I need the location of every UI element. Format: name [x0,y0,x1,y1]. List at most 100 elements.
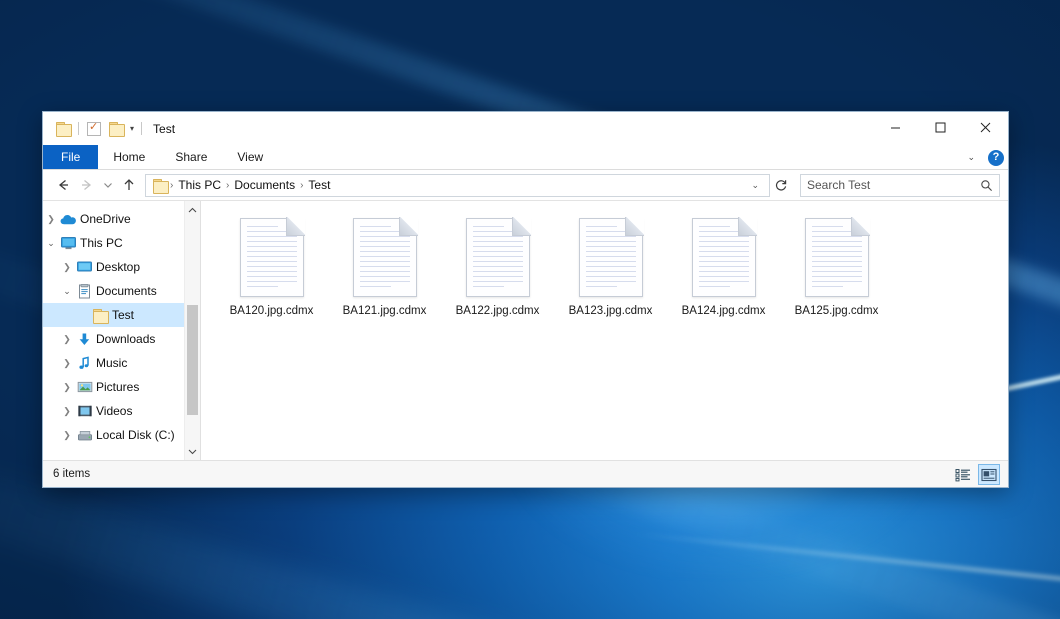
scrollbar-thumb[interactable] [187,305,198,415]
sidebar-item-local-disk-c[interactable]: ❯ Local Disk (C:) [43,423,200,447]
chevron-down-icon[interactable]: ⌄ [59,286,75,297]
sidebar-item-onedrive[interactable]: ❯ OneDrive [43,207,200,231]
chevron-right-icon[interactable]: ❯ [59,406,75,417]
up-button[interactable] [117,173,141,197]
properties-checkbox-icon[interactable] [83,118,105,140]
expand-ribbon-caret-icon[interactable]: ⌄ [961,152,981,163]
system-menu-folder-icon[interactable] [52,118,74,140]
new-folder-icon[interactable] [105,118,127,140]
quick-access-toolbar: ▾ Test [43,118,175,140]
details-view-button[interactable] [952,464,974,485]
file-item[interactable]: BA125.jpg.cdmx [780,214,893,318]
customize-quick-access-caret-icon[interactable]: ▾ [127,124,137,133]
sidebar-item-test[interactable]: Test [43,303,200,327]
sidebar-item-music[interactable]: ❯ Music [43,351,200,375]
recent-locations-button[interactable] [99,173,117,197]
file-item[interactable]: BA121.jpg.cdmx [328,214,441,318]
chevron-right-icon[interactable]: ❯ [59,430,75,441]
chevron-right-icon[interactable]: ❯ [59,334,75,345]
file-item[interactable]: BA124.jpg.cdmx [667,214,780,318]
music-note-icon [75,356,94,371]
tab-share[interactable]: Share [160,145,222,169]
sidebar-item-documents[interactable]: ⌄ Documents [43,279,200,303]
navigation-pane-scrollbar[interactable] [184,201,200,460]
local-disk-icon [75,429,94,442]
refresh-button[interactable] [770,174,792,197]
generic-document-icon [353,218,417,297]
address-bar[interactable]: › This PC › Documents › Test ⌄ [145,174,770,197]
ribbon-tab-strip: File Home Share View ⌄ ? [43,145,1008,170]
file-name-label: BA120.jpg.cdmx [230,304,314,318]
tab-view[interactable]: View [222,145,278,169]
file-item[interactable]: BA123.jpg.cdmx [554,214,667,318]
breadcrumb-test[interactable]: Test [303,178,335,192]
close-button[interactable] [963,112,1008,143]
sidebar-item-label: Desktop [94,260,140,274]
title-bar[interactable]: ▾ Test [43,112,1008,145]
file-name-label: BA125.jpg.cdmx [795,304,879,318]
chevron-right-icon[interactable]: ❯ [59,358,75,369]
file-name-label: BA124.jpg.cdmx [682,304,766,318]
chevron-right-icon[interactable]: ❯ [59,262,75,273]
file-name-label: BA122.jpg.cdmx [456,304,540,318]
folder-icon [91,309,110,322]
tab-home[interactable]: Home [98,145,160,169]
window-body: ❯ OneDrive ⌄ This PC ❯ Desktop [43,200,1008,460]
scroll-down-button[interactable] [185,443,200,460]
search-box[interactable]: Search Test [800,174,1000,197]
generic-document-icon [805,218,869,297]
breadcrumb-this-pc[interactable]: This PC [173,178,226,192]
sidebar-item-label: Music [94,356,127,370]
address-bar-row: › This PC › Documents › Test ⌄ Search Te… [43,170,1008,200]
sidebar-item-downloads[interactable]: ❯ Downloads [43,327,200,351]
sidebar-item-label: Pictures [94,380,139,394]
search-input[interactable]: Search Test [807,178,980,192]
videos-icon [75,404,94,418]
sidebar-item-label: Videos [94,404,132,418]
sidebar-item-this-pc[interactable]: ⌄ This PC [43,231,200,255]
pictures-icon [75,380,94,394]
file-explorer-window: ▾ Test File Home Share View ⌄ ? [42,111,1009,488]
generic-document-icon [579,218,643,297]
forward-button[interactable] [75,173,99,197]
sidebar-item-pictures[interactable]: ❯ Pictures [43,375,200,399]
breadcrumb: › This PC › Documents › Test [170,178,746,192]
sidebar-item-videos[interactable]: ❯ Videos [43,399,200,423]
documents-icon [75,284,94,299]
generic-document-icon [466,218,530,297]
sidebar-item-label: This PC [78,236,123,250]
file-name-label: BA121.jpg.cdmx [343,304,427,318]
sidebar-item-label: Downloads [94,332,155,346]
navigation-pane: ❯ OneDrive ⌄ This PC ❯ Desktop [43,201,200,460]
view-buttons [952,461,1000,488]
file-grid: BA120.jpg.cdmx BA121.jpg.cdmx BA122.jpg.cd… [215,214,1008,318]
file-item[interactable]: BA122.jpg.cdmx [441,214,554,318]
chevron-down-icon[interactable]: ⌄ [43,238,59,249]
search-icon [980,179,993,192]
breadcrumb-documents[interactable]: Documents [229,178,300,192]
large-icons-view-button[interactable] [978,464,1000,485]
address-folder-icon [153,179,168,192]
sidebar-item-label: OneDrive [78,212,131,226]
downloads-icon [75,332,94,347]
window-controls [873,112,1008,143]
maximize-button[interactable] [918,112,963,143]
file-item[interactable]: BA120.jpg.cdmx [215,214,328,318]
help-icon[interactable]: ? [988,150,1004,166]
sidebar-item-label: Local Disk (C:) [94,428,175,442]
scroll-up-button[interactable] [185,201,200,218]
file-list-area[interactable]: BA120.jpg.cdmx BA121.jpg.cdmx BA122.jpg.cd… [201,201,1008,460]
minimize-button[interactable] [873,112,918,143]
address-dropdown-caret-icon[interactable]: ⌄ [746,180,764,191]
generic-document-icon [692,218,756,297]
generic-document-icon [240,218,304,297]
tab-file[interactable]: File [43,145,98,169]
sidebar-item-desktop[interactable]: ❯ Desktop [43,255,200,279]
item-count-label: 6 items [53,468,90,480]
desktop-icon [75,260,94,274]
toolbar-divider [141,122,142,135]
chevron-right-icon[interactable]: ❯ [43,214,59,225]
back-button[interactable] [51,173,75,197]
window-title: Test [153,122,175,136]
chevron-right-icon[interactable]: ❯ [59,382,75,393]
